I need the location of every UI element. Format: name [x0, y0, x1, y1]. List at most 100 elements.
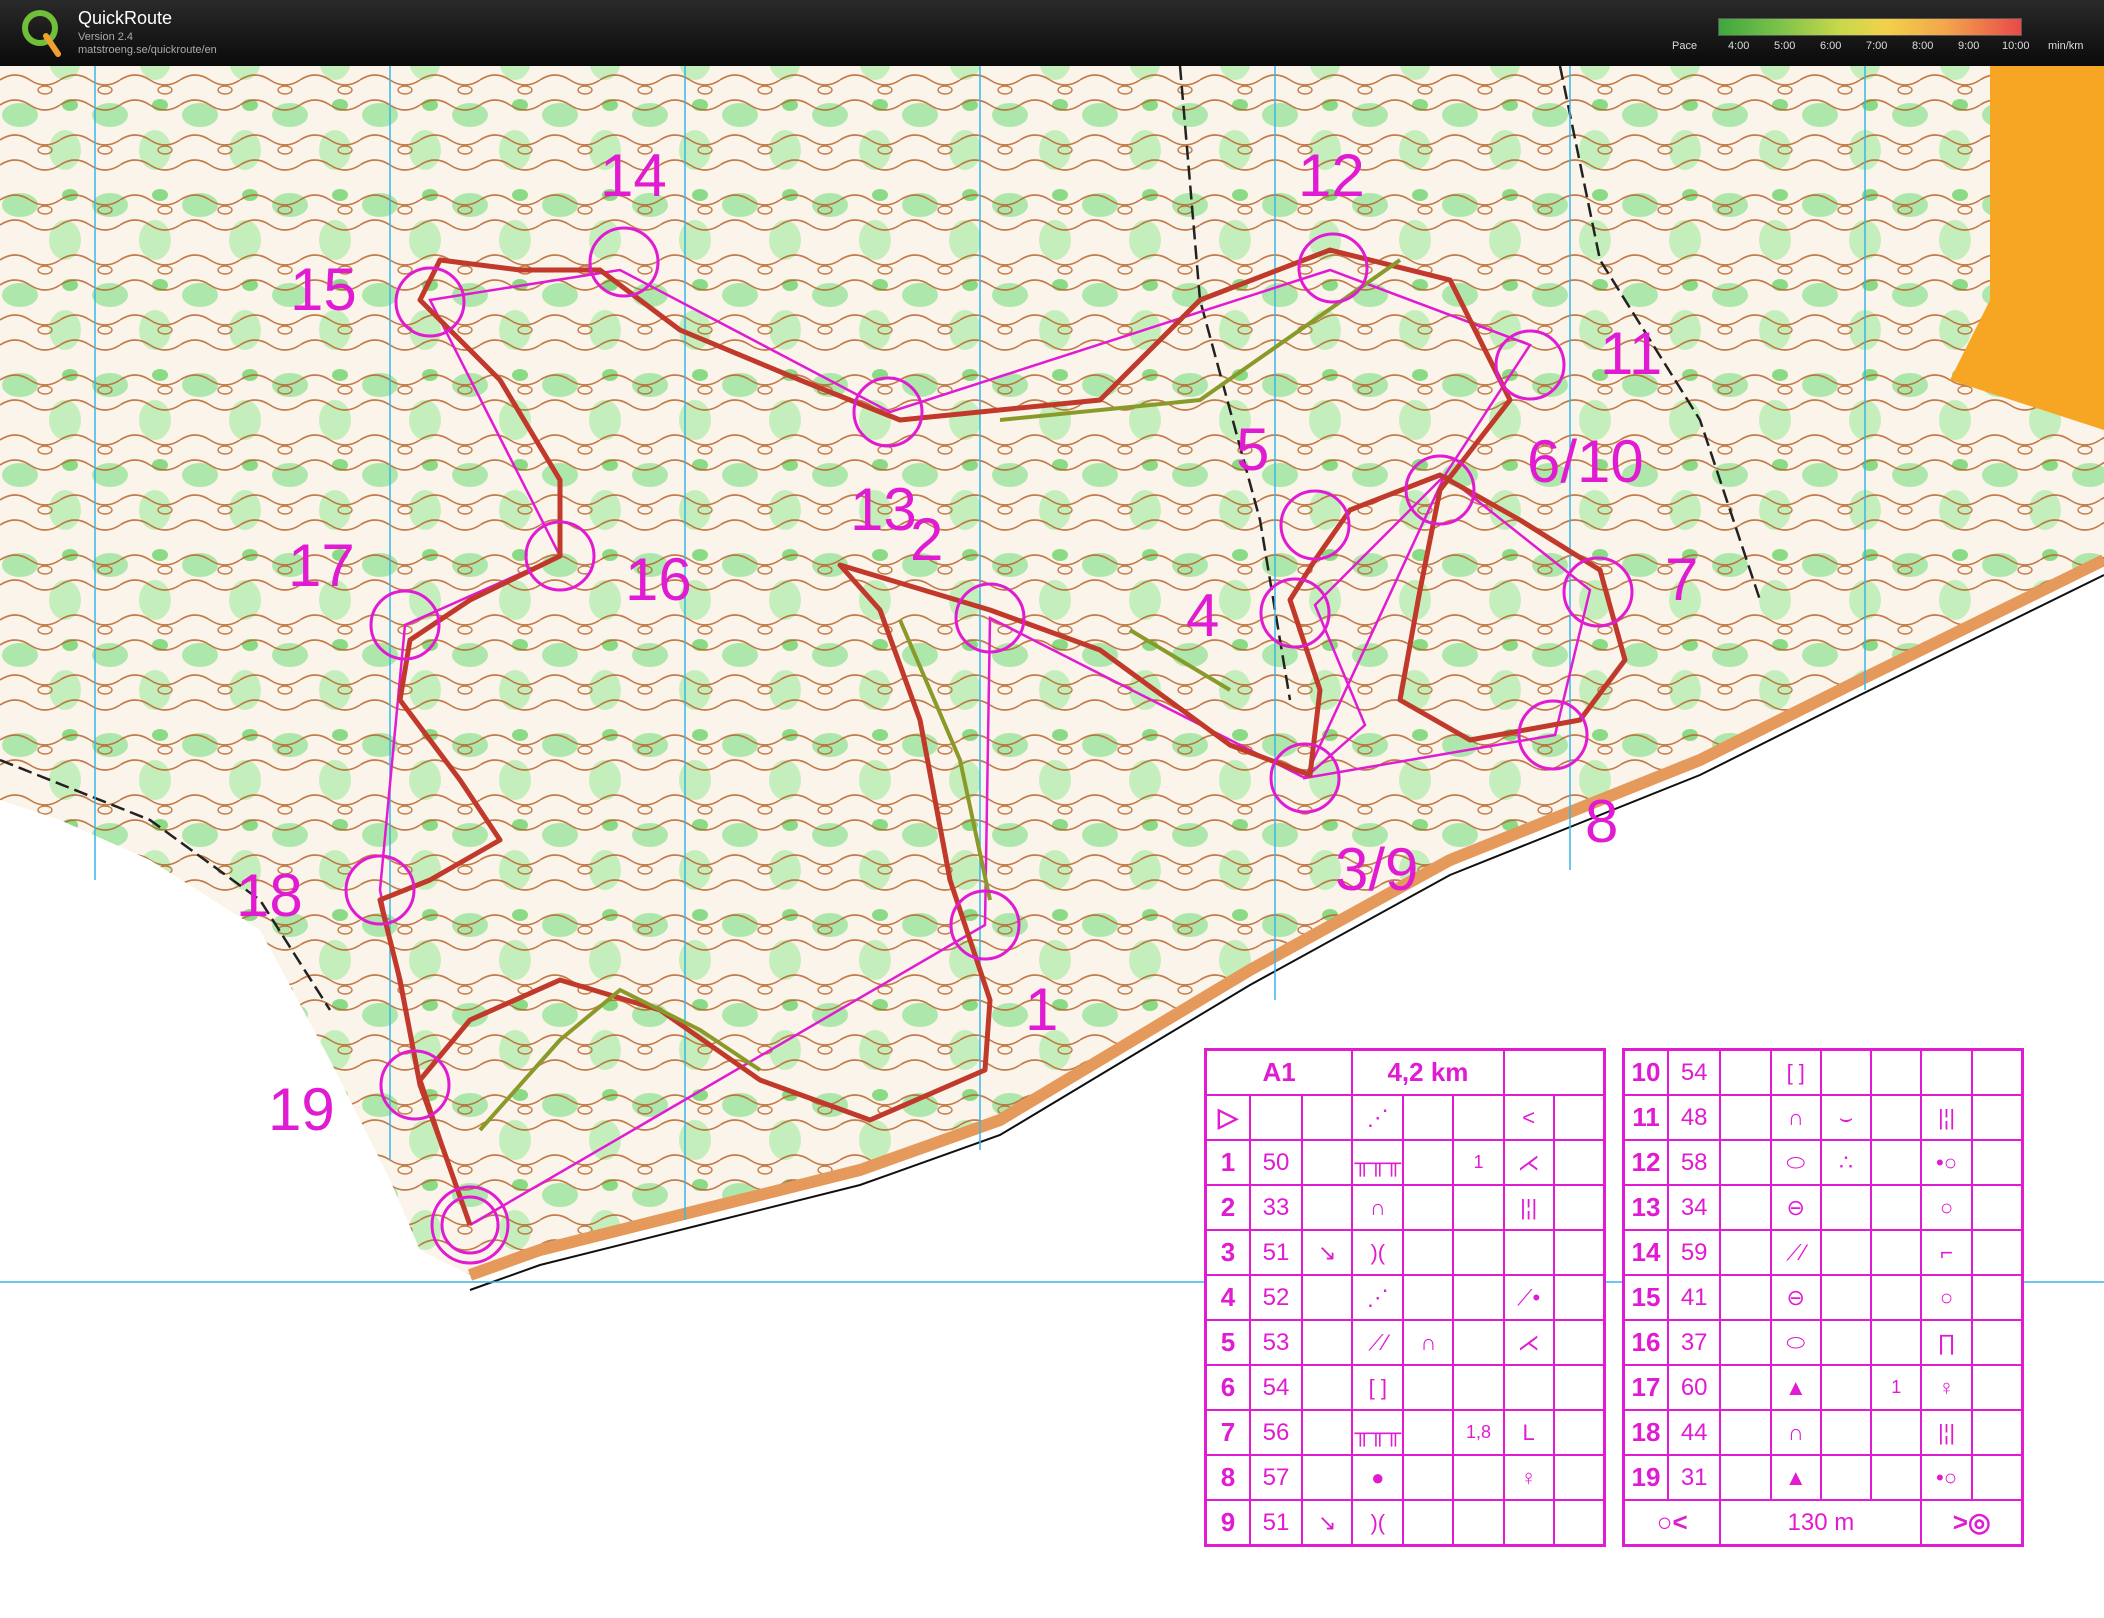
control-description-row: 6 54 [ ]: [1204, 1364, 1606, 1411]
control-label: 6/10: [1527, 428, 1644, 495]
control-label: 1: [1025, 976, 1058, 1043]
control-descriptions-right: 10 54[ ] 11 48 ∩ ⌣ |¦| 12 58 ⬭ ∴ •○ 13 34 ⊖ ○ 14 59 ⟋⁄ ⌐ 15 4…: [1622, 1048, 2024, 1547]
location-icon: ♀: [1920, 1364, 1973, 1411]
dimension: 1,8: [1452, 1409, 1505, 1456]
finish-circle-icon: >◎: [1920, 1499, 2024, 1547]
control-descriptions-left: A1 4,2 km ▷ ⋰ < 1 50 ╥╥╥ 1 ⋌ 2 33 ∩ |¦| 3 51 ↘)(4 52…: [1204, 1048, 1606, 1547]
feature-icon: ╥╥╥: [1351, 1409, 1405, 1456]
dimension: 1: [1452, 1139, 1505, 1186]
location-icon: [1502, 1229, 1555, 1276]
appearance-icon: [1402, 1274, 1455, 1321]
extra-info: [1970, 1048, 2024, 1096]
control-number: 7: [1204, 1409, 1251, 1456]
appearance-icon: [1819, 1319, 1873, 1366]
control-number: 12: [1622, 1139, 1669, 1186]
control-number: 18: [1622, 1409, 1669, 1456]
which-feature-icon: [1719, 1319, 1772, 1366]
control-code: 50: [1248, 1139, 1304, 1186]
dimension: [1870, 1139, 1923, 1186]
control-number: 3: [1204, 1229, 1251, 1276]
control-number: 10: [1622, 1048, 1669, 1096]
dimension: [1870, 1409, 1923, 1456]
feature-icon: ⟋⁄: [1351, 1319, 1405, 1366]
location-icon: ○: [1920, 1274, 1973, 1321]
control-number: 9: [1204, 1499, 1251, 1547]
location-icon: ⟋•: [1502, 1274, 1555, 1321]
extra-info: [1552, 1454, 1606, 1501]
control-description-row: 2 33 ∩ |¦|: [1204, 1184, 1606, 1231]
location-icon: |¦|: [1502, 1184, 1555, 1231]
pace-tick: 8:00: [1912, 40, 1934, 52]
cd-left-body: 1 50 ╥╥╥ 1 ⋌ 2 33 ∩ |¦| 3 51 ↘)(4 52 ⋰ ⟋• 5 53 ⟋⁄ ∩ ⋌ 6 54[ ]…: [1204, 1139, 1606, 1547]
pace-tick: 10:00: [2002, 40, 2030, 52]
appearance-icon: [1819, 1048, 1873, 1096]
control-code: 59: [1666, 1229, 1722, 1276]
which-feature-icon: [1719, 1048, 1772, 1096]
feature-icon: ⬭: [1769, 1319, 1822, 1366]
control-description-row: 10 54 [ ]: [1622, 1048, 2024, 1096]
finish-distance: 130 m: [1719, 1499, 1923, 1547]
location-icon: ⌐: [1920, 1229, 1973, 1276]
dimension: [1870, 1229, 1923, 1276]
dimension: [1870, 1319, 1923, 1366]
control-label: 5: [1236, 416, 1269, 483]
extra-info: [1970, 1274, 2024, 1321]
location-icon: ♀: [1502, 1454, 1555, 1501]
control-number: 11: [1622, 1094, 1669, 1141]
finish-funnel-start-icon: ○<: [1622, 1499, 1722, 1547]
which-feature-icon: [1719, 1229, 1772, 1276]
which-feature-icon: [1719, 1364, 1772, 1411]
which-feature-icon: [1719, 1274, 1772, 1321]
control-label: 3/9: [1335, 836, 1418, 903]
extra-info: [1552, 1139, 1606, 1186]
control-code: 60: [1666, 1364, 1722, 1411]
app-version: Version 2.4: [78, 31, 134, 43]
start-feature-icon: ⋰: [1351, 1094, 1405, 1141]
dimension: [1452, 1229, 1505, 1276]
extra-info: [1970, 1319, 2024, 1366]
control-label: 18: [236, 862, 303, 929]
control-number: 16: [1622, 1319, 1669, 1366]
control-code: 51: [1248, 1229, 1304, 1276]
control-code: 51: [1248, 1499, 1304, 1547]
control-description-row: 4 52 ⋰ ⟋•: [1204, 1274, 1606, 1321]
control-label: 8: [1585, 788, 1618, 855]
control-description-row: 5 53 ⟋⁄ ∩ ⋌: [1204, 1319, 1606, 1366]
pace-unit: min/km: [2048, 40, 2084, 52]
appearance-icon: [1819, 1454, 1873, 1501]
control-number: 1: [1204, 1139, 1251, 1186]
feature-icon: ⬭: [1769, 1139, 1822, 1186]
control-code: 33: [1248, 1184, 1304, 1231]
which-feature-icon: [1301, 1454, 1354, 1501]
control-number: 19: [1622, 1454, 1669, 1501]
control-code: 31: [1666, 1454, 1722, 1501]
dimension: [1452, 1274, 1505, 1321]
dimension: [1870, 1454, 1923, 1501]
control-description-row: 8 57 ● ♀: [1204, 1454, 1606, 1501]
feature-icon: ▲: [1769, 1454, 1822, 1501]
location-icon: ○: [1920, 1184, 1973, 1231]
control-description-row: 15 41 ⊖ ○: [1622, 1274, 2024, 1321]
extra-info: [1552, 1499, 1606, 1547]
appearance-icon: [1402, 1454, 1455, 1501]
cd-cell: [1552, 1094, 1606, 1141]
extra-info: [1552, 1229, 1606, 1276]
cd-cell: [1248, 1094, 1304, 1141]
dimension: [1870, 1094, 1923, 1141]
location-icon: |¦|: [1920, 1094, 1973, 1141]
control-description-row: 7 56 ╥╥╥ 1,8 L: [1204, 1409, 1606, 1456]
control-description-row: 13 34 ⊖ ○: [1622, 1184, 2024, 1231]
feature-icon: ●: [1351, 1454, 1405, 1501]
appearance-icon: [1402, 1139, 1455, 1186]
control-description-row: 1 50 ╥╥╥ 1 ⋌: [1204, 1139, 1606, 1186]
pace-tick: 7:00: [1866, 40, 1888, 52]
cd-cell: [1402, 1094, 1455, 1141]
control-number: 5: [1204, 1319, 1251, 1366]
feature-icon: )(: [1351, 1499, 1405, 1547]
control-label: 11: [1600, 320, 1662, 387]
extra-info: [1970, 1454, 2024, 1501]
app-title: QuickRoute: [78, 8, 173, 28]
extra-info: [1970, 1094, 2024, 1141]
feature-icon: ╥╥╥: [1351, 1139, 1405, 1186]
control-number: 6: [1204, 1364, 1251, 1411]
